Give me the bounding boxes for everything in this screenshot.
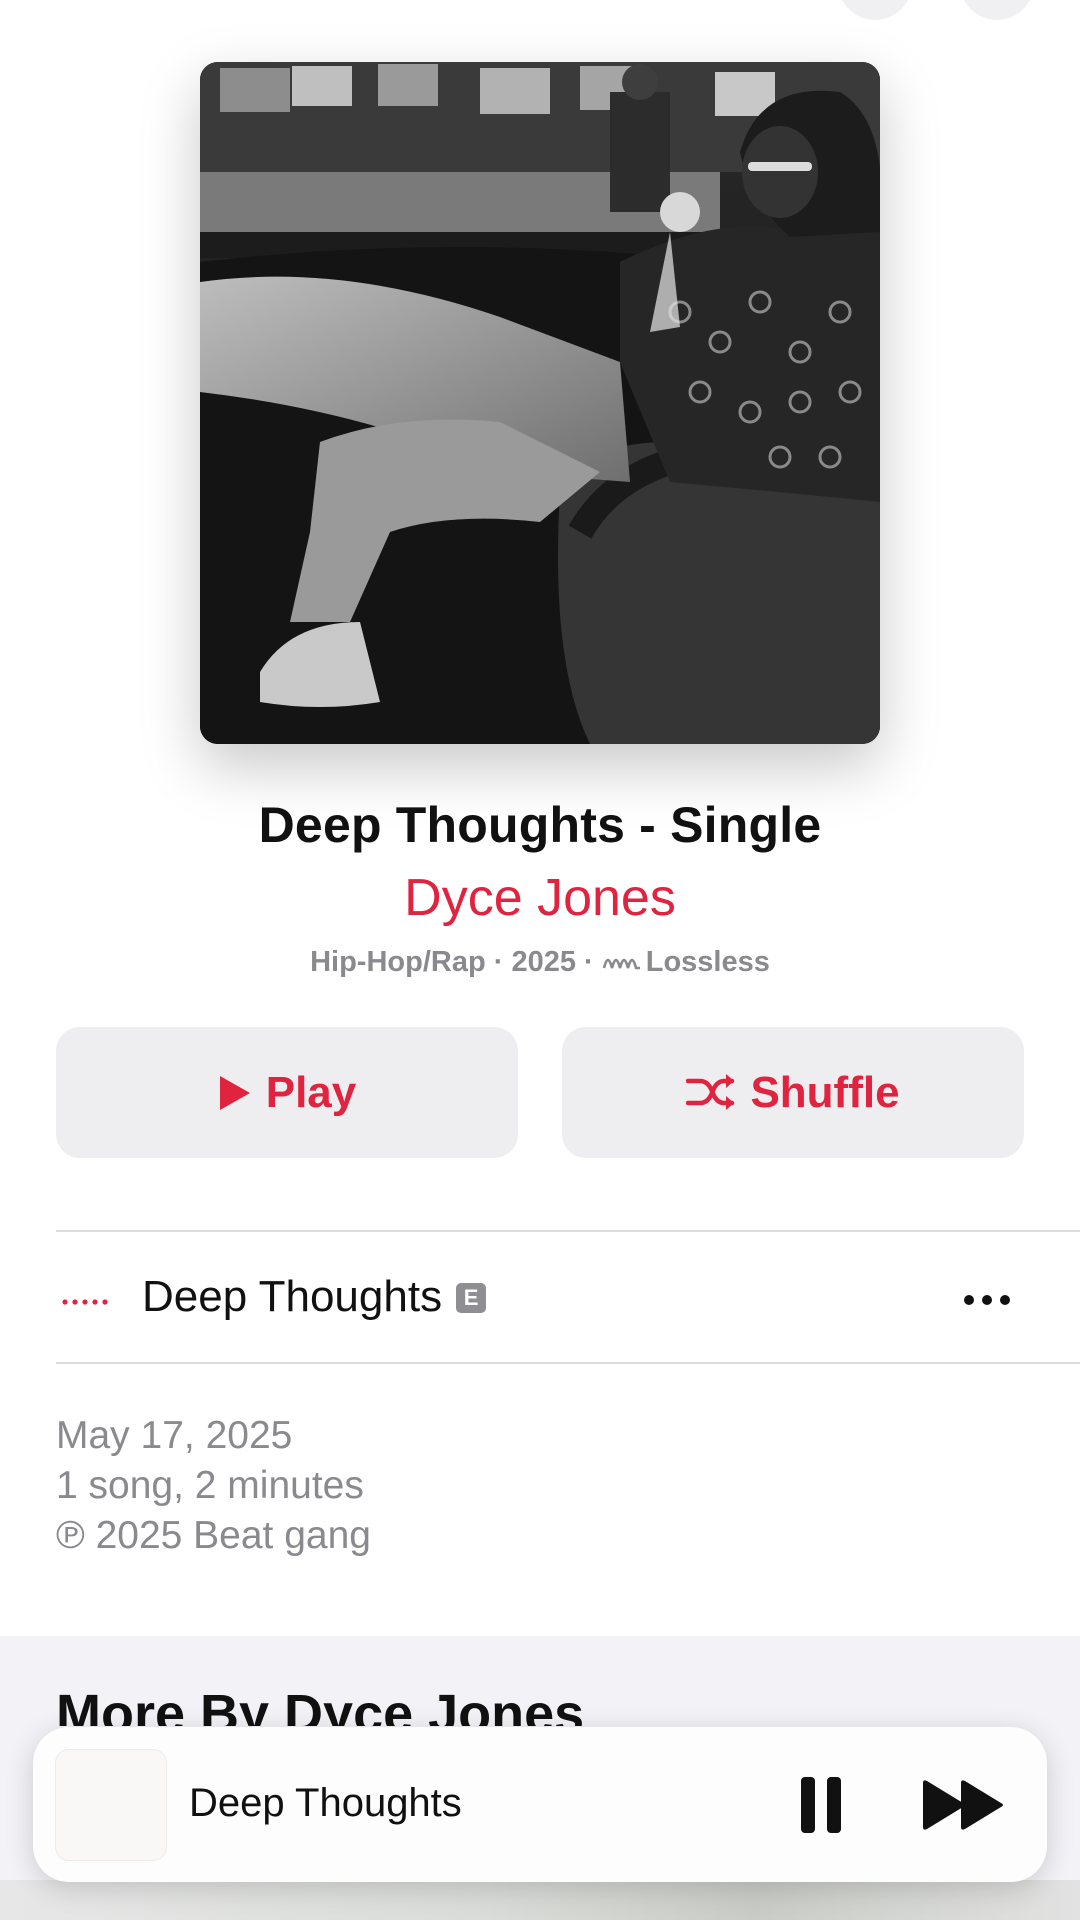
- more-options-button[interactable]: [960, 0, 1034, 20]
- shuffle-button[interactable]: Shuffle: [562, 1027, 1024, 1158]
- album-artwork: [200, 62, 880, 744]
- mini-player-artwork: [55, 1749, 167, 1861]
- track-list-bottom-divider: [56, 1362, 1080, 1364]
- add-button[interactable]: [838, 0, 912, 20]
- play-icon: [218, 1074, 252, 1112]
- track-title-text: Deep Thoughts: [142, 1272, 443, 1321]
- skip-forward-icon[interactable]: [921, 1779, 1007, 1831]
- mini-player-title: Deep Thoughts: [189, 1781, 462, 1825]
- pause-icon[interactable]: [797, 1775, 847, 1835]
- track-row[interactable]: Deep Thoughts E: [0, 1232, 1080, 1364]
- album-page: Deep Thoughts - Single Dyce Jones Hip-Ho…: [0, 0, 1080, 1920]
- lossless-label: Lossless: [645, 946, 770, 978]
- tab-bar: [0, 1880, 1080, 1920]
- album-title: Deep Thoughts - Single: [258, 797, 822, 853]
- genre-year-text: Hip-Hop/Rap · 2025 ·: [310, 946, 602, 978]
- copyright: ℗ 2025 Beat gang: [56, 1514, 371, 1557]
- song-count-duration: 1 song, 2 minutes: [56, 1464, 364, 1507]
- track-title: Deep Thoughts E: [142, 1272, 487, 1322]
- back-chevron-icon[interactable]: [24, 0, 64, 10]
- now-playing-indicator-icon: [62, 1292, 110, 1310]
- shuffle-label: Shuffle: [750, 1067, 900, 1117]
- lossless-icon: [602, 958, 640, 970]
- explicit-badge: E: [456, 1283, 487, 1313]
- release-date: May 17, 2025: [56, 1414, 293, 1457]
- play-button[interactable]: Play: [56, 1027, 518, 1158]
- album-meta: Hip-Hop/Rap · 2025 · Lossless: [0, 946, 1080, 979]
- artist-link[interactable]: Dyce Jones: [0, 868, 1080, 928]
- more-by-heading[interactable]: More By Dyce Jones: [56, 1680, 584, 1726]
- play-label: Play: [265, 1067, 357, 1117]
- track-more-icon[interactable]: [962, 1290, 1012, 1310]
- mini-player[interactable]: Deep Thoughts: [33, 1727, 1047, 1882]
- shuffle-icon: [686, 1073, 736, 1113]
